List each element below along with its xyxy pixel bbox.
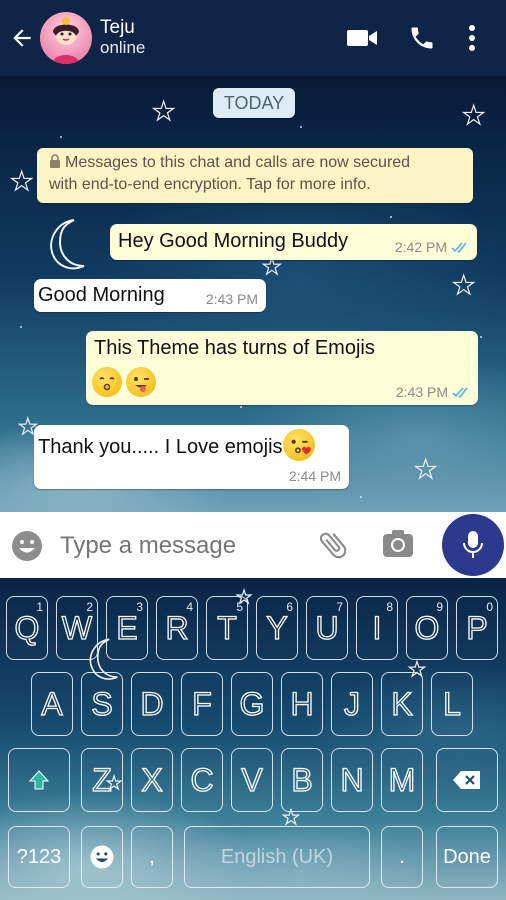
video-call-button[interactable] xyxy=(332,0,392,76)
chat-area[interactable]: ★ ★ ★ ★ ★ ★ ★ TODAY Messages to this cha… xyxy=(0,76,506,512)
key-y[interactable]: Y6 xyxy=(256,596,298,660)
emoji-button[interactable] xyxy=(10,529,44,568)
key-h[interactable]: H xyxy=(281,672,323,736)
outgoing-message[interactable]: Hey Good Morning Buddy 2:42 PM xyxy=(110,224,477,260)
key-d[interactable]: D xyxy=(131,672,173,736)
done-key[interactable]: Done xyxy=(436,826,498,888)
key-f[interactable]: F xyxy=(181,672,223,736)
message-meta: 2:42 PM xyxy=(395,239,469,255)
voice-message-button[interactable] xyxy=(442,514,504,576)
avatar-image xyxy=(52,17,80,64)
period-key[interactable]: . xyxy=(381,826,423,888)
contact-info[interactable]: Teju online xyxy=(100,18,145,58)
camera-icon xyxy=(383,530,413,557)
paperclip-icon xyxy=(319,532,347,559)
smiley-icon xyxy=(12,531,42,561)
voice-call-button[interactable] xyxy=(392,0,452,76)
video-camera-icon xyxy=(347,30,377,46)
message-text: Thank you..... I Love emojis xyxy=(38,435,283,458)
key-x[interactable]: X xyxy=(131,748,173,812)
incoming-message[interactable]: Good Morning 2:43 PM xyxy=(34,279,266,312)
outgoing-message[interactable]: This Theme has turns of Emojis 2:43 PM xyxy=(86,331,478,405)
encryption-notice[interactable]: Messages to this chat and calls are now … xyxy=(37,148,473,203)
space-bar[interactable]: English (UK) xyxy=(184,826,370,888)
message-input-bar xyxy=(0,512,506,578)
shift-arrow-icon xyxy=(28,770,50,790)
more-options-button[interactable] xyxy=(452,0,492,76)
key-p[interactable]: P0 xyxy=(456,596,498,660)
key-s[interactable]: S xyxy=(81,672,123,736)
key-i[interactable]: I8 xyxy=(356,596,398,660)
symbols-key[interactable]: ?123 xyxy=(8,826,70,888)
message-text-row: Thank you..... I Love emojis xyxy=(38,429,315,461)
key-v[interactable]: V xyxy=(231,748,273,812)
key-c[interactable]: C xyxy=(181,748,223,812)
moon-decoration xyxy=(50,219,85,270)
date-separator: TODAY xyxy=(213,88,295,118)
avatar[interactable] xyxy=(40,12,92,64)
message-time: 2:42 PM xyxy=(394,239,447,255)
winking-tongue-face-icon xyxy=(126,367,156,397)
message-time: 2:44 PM xyxy=(288,468,341,484)
keyboard: ★ ★ ★ ★ Q1 W2 E3 R4 T5 Y6 U7 I8 O9 P0 A … xyxy=(0,578,506,900)
key-o[interactable]: O9 xyxy=(406,596,448,660)
back-button[interactable] xyxy=(4,0,40,76)
message-meta: 2:43 PM xyxy=(396,384,470,400)
double-check-icon xyxy=(451,241,467,253)
phone-icon xyxy=(411,27,433,49)
backspace-icon xyxy=(453,771,480,789)
comma-key[interactable]: , xyxy=(131,826,173,888)
incoming-message[interactable]: Thank you..... I Love emojis 2:44 PM xyxy=(34,425,349,489)
key-r[interactable]: R4 xyxy=(156,596,198,660)
message-text: Hey Good Morning Buddy xyxy=(118,230,349,252)
double-check-icon xyxy=(452,386,468,398)
star-decoration: ★ xyxy=(9,166,34,196)
key-l[interactable]: L xyxy=(431,672,473,736)
encryption-notice-line2: with end-to-end encryption. Tap for more… xyxy=(49,176,371,193)
message-time: 2:43 PM xyxy=(395,384,448,400)
key-z[interactable]: Z xyxy=(81,748,123,812)
key-t[interactable]: T5 xyxy=(206,596,248,660)
contact-status: online xyxy=(100,38,146,57)
kissing-face-icon xyxy=(92,367,122,397)
message-text: This Theme has turns of Emojis xyxy=(94,337,375,359)
key-n[interactable]: N xyxy=(331,748,373,812)
key-w[interactable]: W2 xyxy=(56,596,98,660)
key-g[interactable]: G xyxy=(231,672,273,736)
smiley-icon xyxy=(90,845,114,869)
key-j[interactable]: J xyxy=(331,672,373,736)
star-decoration: ★ xyxy=(413,454,438,484)
star-decoration: ★ xyxy=(461,100,486,130)
message-input[interactable] xyxy=(60,532,300,560)
attach-button[interactable] xyxy=(316,528,350,567)
key-q[interactable]: Q1 xyxy=(6,596,48,660)
backspace-key[interactable] xyxy=(436,748,498,812)
lock-icon xyxy=(50,154,60,168)
kissing-heart-face-icon xyxy=(282,429,315,461)
key-u[interactable]: U7 xyxy=(306,596,348,660)
star-decoration: ★ xyxy=(451,270,476,300)
contact-name: Teju xyxy=(100,17,135,38)
key-m[interactable]: M xyxy=(381,748,423,812)
key-a[interactable]: A xyxy=(31,672,73,736)
arrow-left-icon xyxy=(13,29,31,47)
chat-header: Teju online xyxy=(0,0,506,76)
key-k[interactable]: K xyxy=(381,672,423,736)
star-decoration: ★ xyxy=(151,96,176,126)
emoji-key[interactable] xyxy=(81,826,123,888)
encryption-notice-line1: Messages to this chat and calls are now … xyxy=(65,154,411,171)
more-vertical-icon xyxy=(469,25,475,51)
message-time: 2:43 PM xyxy=(205,291,258,307)
message-text: Good Morning xyxy=(38,284,165,306)
shift-key[interactable] xyxy=(8,748,70,812)
emoji-row xyxy=(92,367,156,397)
key-b[interactable]: B xyxy=(281,748,323,812)
camera-button[interactable] xyxy=(382,529,414,564)
microphone-icon xyxy=(463,531,483,558)
key-e[interactable]: E3 xyxy=(106,596,148,660)
